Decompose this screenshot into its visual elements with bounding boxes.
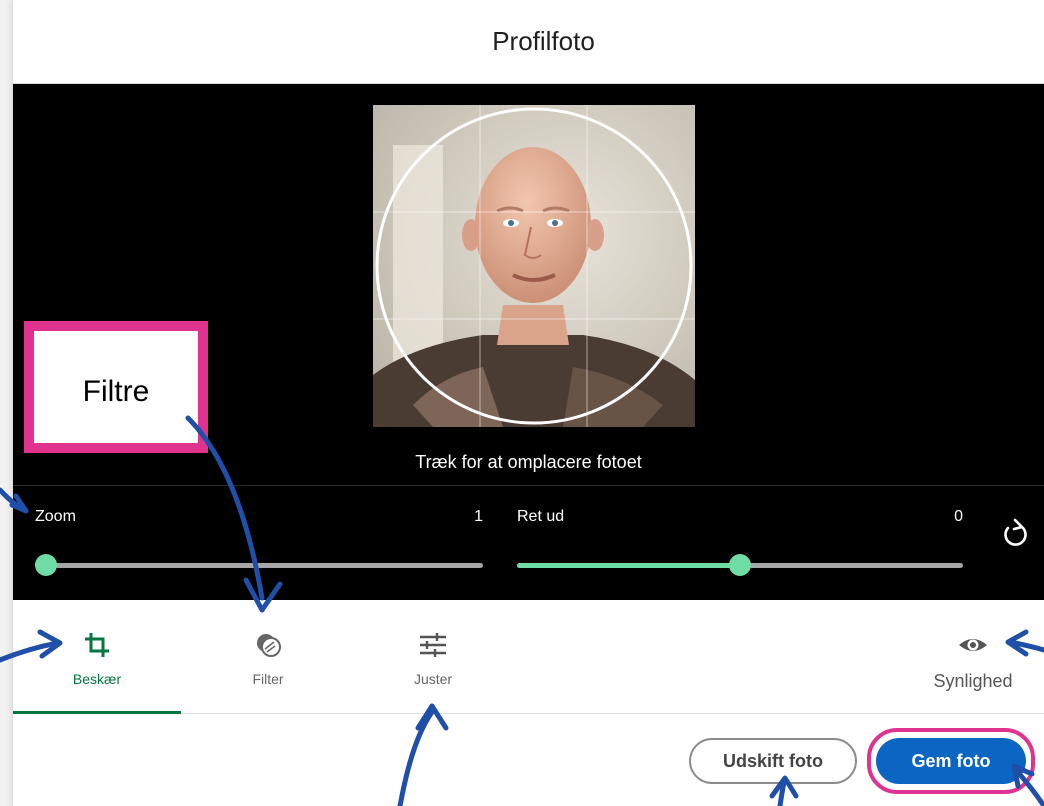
- tool-visibility[interactable]: Synlighed: [923, 630, 1023, 692]
- straighten-slider-thumb[interactable]: [729, 554, 751, 576]
- dialog-header: Profilfoto: [13, 0, 1044, 84]
- crop-icon: [85, 633, 109, 657]
- save-photo-button[interactable]: Gem foto: [876, 738, 1026, 784]
- tool-filter-label: Filter: [252, 671, 284, 687]
- zoom-label: Zoom: [35, 508, 76, 525]
- edit-toolbar: Beskær Filter Juster Synlighed: [13, 600, 1044, 714]
- profile-photo: [373, 105, 695, 427]
- zoom-slider-thumb[interactable]: [35, 554, 57, 576]
- straighten-label: Ret ud: [517, 508, 565, 525]
- filters-callout: Filtre: [24, 321, 208, 453]
- tool-crop-label: Beskær: [72, 671, 122, 687]
- zoom-value: 1: [474, 508, 483, 525]
- photo-crop-area[interactable]: [373, 105, 695, 427]
- active-tool-indicator: [13, 711, 181, 714]
- replace-photo-button[interactable]: Udskift foto: [689, 738, 857, 784]
- reset-rotate-icon[interactable]: [999, 516, 1031, 550]
- tool-crop[interactable]: Beskær: [63, 630, 131, 687]
- dialog-title: Profilfoto: [492, 26, 595, 56]
- straighten-value: 0: [954, 508, 963, 525]
- editor-divider: [13, 485, 1044, 486]
- reposition-hint: Træk for at omplacere fotoet: [415, 452, 642, 472]
- filters-callout-text: Filtre: [82, 375, 150, 408]
- eye-icon: [959, 639, 987, 651]
- tool-adjust[interactable]: Juster: [399, 630, 467, 687]
- sliders-icon: [420, 633, 446, 657]
- tool-filter[interactable]: Filter: [233, 630, 303, 687]
- tool-visibility-label: Synlighed: [933, 671, 1013, 691]
- zoom-slider-track[interactable]: [35, 563, 483, 568]
- straighten-slider-fill: [517, 563, 740, 568]
- tool-adjust-label: Juster: [413, 671, 453, 687]
- filter-icon: [257, 634, 281, 657]
